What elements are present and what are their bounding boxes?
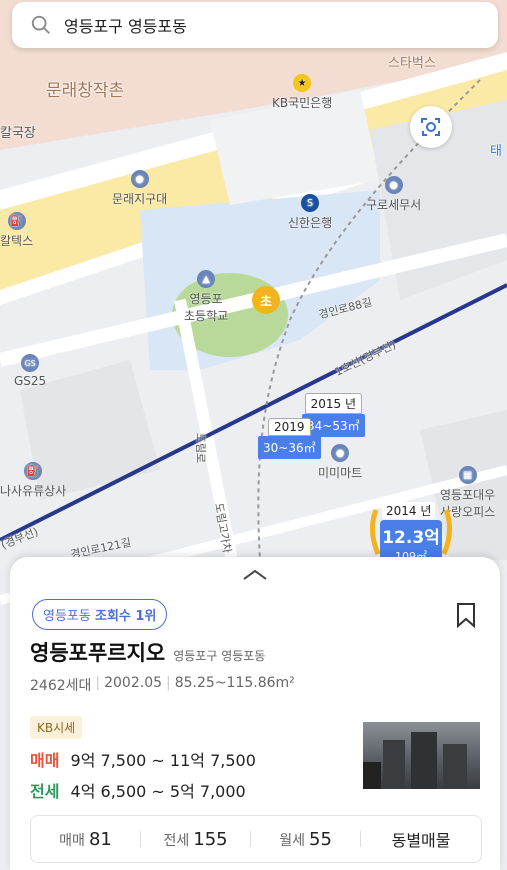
- monthly-count-button[interactable]: 월세 55: [251, 829, 360, 850]
- label-starbucks: 스타벅스: [388, 56, 436, 71]
- label-shinhan: 신한은행: [288, 216, 333, 230]
- lease-count-button[interactable]: 전세 155: [141, 829, 250, 850]
- bank-icon: S: [301, 194, 320, 212]
- built-date: 2002.05: [104, 675, 163, 691]
- police-icon: ●: [130, 170, 149, 188]
- monthly-count-label: 월세: [279, 832, 305, 849]
- location-button[interactable]: [410, 106, 452, 148]
- label-mullaeji: 문래지구대: [112, 192, 168, 206]
- label-kb: KB국민은행: [272, 96, 333, 110]
- listing-counts: 매매 81 전세 155 월세 55 동별매물: [30, 815, 482, 863]
- poi-mullaeji[interactable]: ● 문래지구대: [112, 170, 167, 207]
- label-mimi: 미미마트: [318, 466, 363, 480]
- bank-icon: ★: [293, 74, 312, 92]
- target-icon: [421, 118, 440, 136]
- poi-nasa[interactable]: ⛽ 나사유류상사: [0, 462, 66, 499]
- detail-sheet[interactable]: 영등포동 조회수 1위 영등포푸르지오 영등포구 영등포동 2462세대 | 2…: [10, 557, 500, 870]
- complex-title: 영등포푸르지오 영등포구 영등포동: [30, 637, 265, 667]
- cart-icon: ●: [331, 444, 350, 462]
- kb-label: KB시세: [30, 716, 83, 739]
- lease-count-label: 전세: [163, 832, 190, 849]
- school-icon: ▲: [197, 270, 216, 288]
- dong-listings-button[interactable]: 동별매물: [361, 827, 481, 851]
- complex-photo[interactable]: [363, 722, 480, 789]
- search-query: 영등포구 영등포동: [64, 17, 187, 36]
- award-year: 2014 년: [382, 502, 436, 519]
- tag-year: 2015 년: [304, 393, 362, 414]
- search-bar[interactable]: 영등포구 영등포동: [12, 2, 498, 48]
- sale-label: 매매: [30, 751, 60, 770]
- poi-kaltex[interactable]: ⛽ 칼텍스: [0, 212, 33, 249]
- lease-label: 전세: [30, 782, 60, 801]
- lease-count: 155: [193, 828, 228, 850]
- bookmark-icon[interactable]: [455, 602, 477, 628]
- award-price: 12.3억: [382, 528, 440, 548]
- size-range: 85.25~115.86m²: [174, 675, 295, 691]
- rank-badge: 영등포동 조회수 1위: [32, 599, 168, 630]
- monthly-count: 55: [309, 828, 332, 850]
- sale-count-button[interactable]: 매매 81: [31, 829, 140, 850]
- complex-name: 영등포푸르지오: [30, 641, 166, 665]
- poi-gs25[interactable]: GS GS25: [14, 354, 46, 388]
- label-gs25: GS25: [14, 374, 47, 388]
- label-mullae: 문래창작촌: [46, 81, 125, 101]
- label-guro-tax: 구로세무서: [366, 198, 422, 212]
- school-marker[interactable]: 초: [252, 286, 280, 314]
- badge-rank: 조회수 1위: [94, 609, 157, 624]
- label-tae: 태: [490, 144, 502, 159]
- search-icon: [31, 15, 50, 34]
- label-kaltex: 칼텍스: [0, 234, 34, 248]
- label-nasa: 나사유류상사: [0, 484, 67, 498]
- tag-area: 30~36㎡: [258, 436, 321, 459]
- store-icon: GS: [21, 354, 40, 372]
- complex-meta: 2462세대 | 2002.05 | 85.25~115.86m²: [30, 675, 295, 694]
- sale-range: 9억 7,500 ~ 11억 7,500: [70, 751, 256, 770]
- price-tag-2019[interactable]: 2019 30~36㎡: [258, 418, 321, 459]
- poi-guro-tax[interactable]: ● 구로세무서: [366, 176, 421, 213]
- poi-kb[interactable]: ★ KB국민은행: [272, 74, 332, 111]
- label-doro: 도림로: [194, 432, 208, 464]
- building-icon: ▦: [458, 466, 477, 484]
- gas-icon: ⛽: [24, 462, 43, 480]
- office-icon: ●: [384, 176, 403, 194]
- badge-region: 영등포동: [43, 609, 91, 624]
- award-box: 12.3억 109㎡: [380, 520, 442, 563]
- award-marker[interactable]: 2014 년 12.3억 109㎡: [368, 500, 454, 563]
- complex-address: 영등포구 영등포동: [173, 649, 266, 663]
- poi-school[interactable]: ▲ 영등포 초등학교: [184, 270, 228, 324]
- poi-mimi[interactable]: ● 미미마트: [318, 444, 362, 481]
- building-photo: [363, 732, 467, 789]
- label-school: 영등포 초등학교: [184, 292, 229, 323]
- chevron-up-icon[interactable]: [242, 567, 268, 581]
- households: 2462세대: [30, 678, 92, 694]
- poi-shinhan[interactable]: S 신한은행: [288, 194, 332, 231]
- tag-year: 2019: [268, 418, 311, 436]
- gas-icon: ⛽: [7, 212, 26, 230]
- sale-price-row: 매매 9억 7,500 ~ 11억 7,500: [30, 747, 256, 771]
- sale-count: 81: [88, 828, 112, 850]
- lease-range: 4억 6,500 ~ 5억 7,000: [70, 782, 246, 801]
- sale-count-label: 매매: [59, 832, 85, 849]
- label-kal: 칼국장: [0, 126, 36, 141]
- lease-price-row: 전세 4억 6,500 ~ 5억 7,000: [30, 778, 246, 802]
